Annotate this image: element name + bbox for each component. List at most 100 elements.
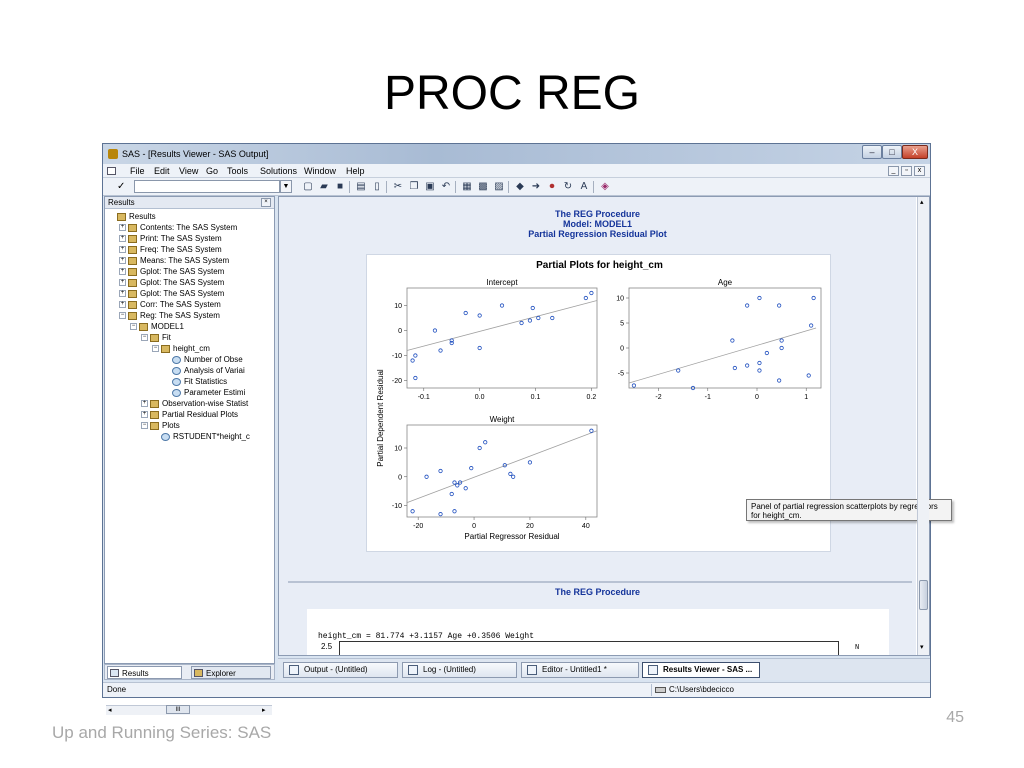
menu-solutions[interactable]: Solutions [260, 166, 297, 176]
results-tree-item[interactable]: RSTUDENT*height_c [108, 431, 272, 442]
print-preview-icon[interactable]: ▯ [371, 181, 383, 193]
close-button[interactable]: X [902, 145, 928, 159]
expand-icon[interactable]: + [119, 290, 126, 298]
command-input[interactable] [134, 180, 280, 193]
expand-icon[interactable]: + [119, 235, 126, 243]
results-tree-item[interactable]: Results [108, 211, 272, 222]
tab-explorer[interactable]: Explorer [191, 666, 271, 679]
vertical-scrollbar[interactable]: ▴ ▾ [917, 197, 929, 655]
open-icon[interactable]: ▰ [318, 181, 330, 193]
font-icon[interactable]: A [578, 181, 590, 193]
results-tree-item[interactable]: + Gplot: The SAS System [108, 266, 272, 277]
scroll-thumb[interactable]: III [166, 705, 190, 714]
help-book-icon[interactable]: ◈ [599, 181, 611, 193]
tab-results[interactable]: Results [107, 666, 182, 679]
results-tree-item[interactable]: Number of Obse [108, 354, 272, 365]
x-tick-label: 20 [526, 523, 534, 530]
mdi-restore-button[interactable]: ▫ [901, 166, 912, 176]
paste-icon[interactable]: ▣ [424, 181, 436, 193]
new-icon[interactable]: ▢ [302, 181, 314, 193]
vertical-scroll-thumb[interactable] [919, 580, 928, 610]
output-object-icon [161, 432, 170, 441]
results-tree-item[interactable]: − Reg: The SAS System [108, 310, 272, 321]
expand-icon[interactable]: + [119, 224, 126, 232]
scroll-right-arrow-icon[interactable]: ▸ [262, 706, 266, 714]
collapse-icon[interactable]: − [141, 334, 148, 342]
maximize-button[interactable]: □ [882, 145, 902, 159]
scroll-down-arrow-icon[interactable]: ▾ [920, 643, 924, 651]
results-tree-item[interactable]: + Print: The SAS System [108, 233, 272, 244]
menu-view[interactable]: View [179, 166, 198, 176]
x-tick-label: -0.1 [418, 394, 430, 401]
expand-icon[interactable]: + [141, 400, 148, 408]
explorer-icon[interactable]: ▨ [493, 181, 505, 193]
task-log[interactable]: Log - (Untitled) [402, 662, 517, 678]
results-tree-item[interactable]: Analysis of Variai [108, 365, 272, 376]
task-output[interactable]: Output - (Untitled) [283, 662, 398, 678]
submit-check-icon[interactable]: ✓ [117, 181, 125, 192]
collapse-icon[interactable]: − [141, 422, 148, 430]
title-bar[interactable]: SAS - [Results Viewer - SAS Output] – □ … [103, 144, 930, 164]
sas-app-icon[interactable] [108, 149, 118, 159]
task-results-viewer[interactable]: Results Viewer - SAS ... [642, 662, 760, 678]
scroll-left-arrow-icon[interactable]: ◂ [108, 706, 112, 714]
save-icon[interactable]: ■ [334, 181, 346, 193]
results-tree-item[interactable]: + Contents: The SAS System [108, 222, 272, 233]
collapse-icon[interactable]: − [130, 323, 137, 331]
plot-frame [628, 287, 822, 389]
library-icon[interactable]: ▩ [477, 181, 489, 193]
document-icon[interactable] [107, 167, 116, 175]
forward-arrow-icon[interactable]: ➜ [530, 181, 542, 193]
results-tree-item[interactable]: + Partial Residual Plots [108, 409, 272, 420]
expand-icon[interactable]: + [119, 268, 126, 276]
task-editor[interactable]: Editor - Untitled1 * [521, 662, 639, 678]
menu-window[interactable]: Window [304, 166, 336, 176]
expand-icon[interactable]: + [119, 301, 126, 309]
menu-file[interactable]: File [130, 166, 145, 176]
undo-icon[interactable]: ↶ [440, 181, 452, 193]
results-tree-item[interactable]: − Plots [108, 420, 272, 431]
back-arrow-icon[interactable]: ◆ [514, 181, 526, 193]
expand-icon[interactable]: + [119, 257, 126, 265]
menu-go[interactable]: Go [206, 166, 218, 176]
print-icon[interactable]: ▤ [355, 181, 367, 193]
toolbar-separator [508, 181, 509, 193]
stop-icon[interactable]: ⏺ [546, 181, 558, 193]
menu-help[interactable]: Help [346, 166, 365, 176]
minimize-button[interactable]: – [862, 145, 882, 159]
expand-icon[interactable]: + [119, 246, 126, 254]
plot-caption: Partial Regression Residual Plot [528, 229, 667, 239]
mdi-close-button[interactable]: x [914, 166, 925, 176]
cut-icon[interactable]: ✂ [392, 181, 404, 193]
results-tree-item[interactable]: + Gplot: The SAS System [108, 277, 272, 288]
expand-icon[interactable]: + [119, 279, 126, 287]
run-icon[interactable]: ▦ [461, 181, 473, 193]
menu-edit[interactable]: Edit [154, 166, 170, 176]
expand-icon[interactable]: + [141, 411, 148, 419]
scroll-up-arrow-icon[interactable]: ▴ [920, 198, 924, 206]
mdi-minimize-button[interactable]: _ [888, 166, 899, 176]
collapse-icon[interactable]: − [119, 312, 126, 320]
collapse-icon[interactable]: − [152, 345, 159, 353]
folder-icon [139, 322, 148, 331]
results-tree-item[interactable]: + Freq: The SAS System [108, 244, 272, 255]
results-tree-item[interactable]: + Observation-wise Statist [108, 398, 272, 409]
results-tree-item[interactable]: + Means: The SAS System [108, 255, 272, 266]
results-tree-item[interactable]: − Fit [108, 332, 272, 343]
refresh-icon[interactable]: ↻ [562, 181, 574, 193]
horizontal-scrollbar[interactable]: ◂ III ▸ [106, 705, 272, 715]
results-tree-item[interactable]: Fit Statistics [108, 376, 272, 387]
results-tree-item[interactable]: Parameter Estimi [108, 387, 272, 398]
results-tree-item[interactable]: − height_cm [108, 343, 272, 354]
command-dropdown-button[interactable]: ▼ [280, 180, 292, 193]
results-close-button[interactable]: × [261, 198, 271, 207]
results-tree-item[interactable]: − MODEL1 [108, 321, 272, 332]
subplot-title: Intercept [486, 278, 518, 287]
y-tick-label: -10 [392, 503, 402, 510]
results-tree-item[interactable]: + Corr: The SAS System [108, 299, 272, 310]
menu-tools[interactable]: Tools [227, 166, 248, 176]
model-title: Model: MODEL1 [563, 219, 632, 229]
task-output-label: Output - (Untitled) [304, 665, 368, 674]
results-tree-item[interactable]: + Gplot: The SAS System [108, 288, 272, 299]
copy-icon[interactable]: ❐ [408, 181, 420, 193]
